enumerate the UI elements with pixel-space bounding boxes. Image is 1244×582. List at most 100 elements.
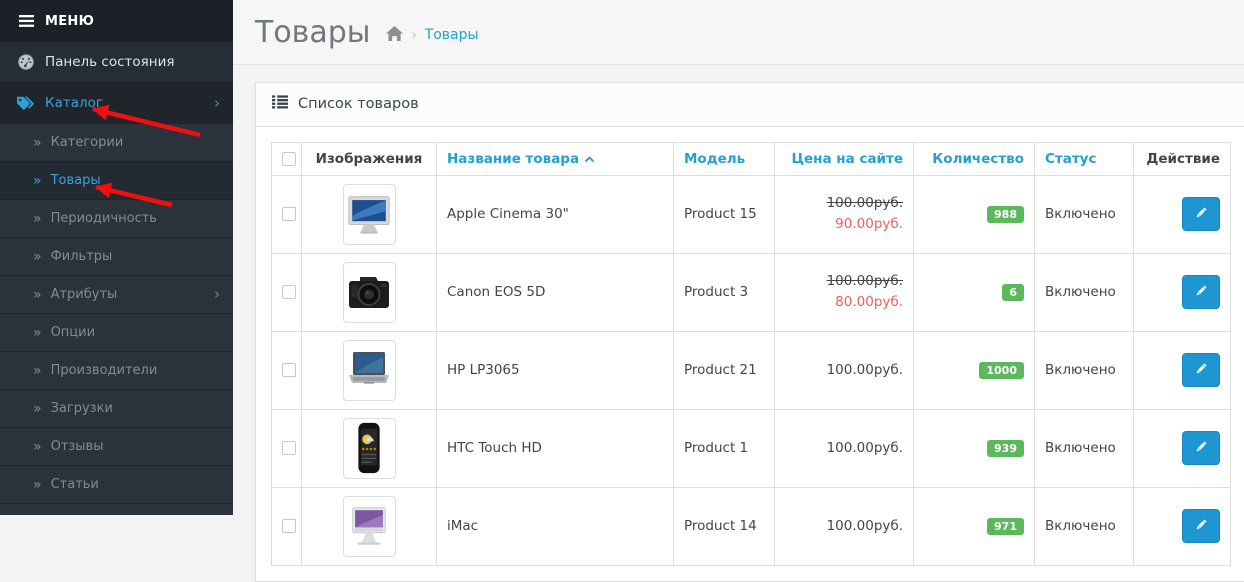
price-sale: 90.00руб. [835, 216, 903, 232]
sort-link-model[interactable]: Модель [684, 151, 745, 167]
quantity-badge: 939 [987, 439, 1024, 457]
quantity-badge: 1000 [979, 361, 1024, 379]
select-all-checkbox[interactable] [282, 151, 296, 166]
sidebar-item-dashboard[interactable]: Панель состояния [0, 42, 233, 83]
price: 100.00руб. [826, 518, 903, 534]
product-model: Product 14 [684, 518, 757, 534]
product-name: HP LP3065 [447, 362, 520, 378]
pencil-icon [1194, 362, 1208, 379]
price-old: 100.00руб. [826, 273, 903, 290]
table-row: Apple Cinema 30" Product 15 100.00руб. 90.0… [271, 174, 1231, 254]
sidebar-nav: Панель состояния Каталог › » Категории » Товар… [0, 42, 233, 504]
sidebar-item-filters[interactable]: » Фильтры [0, 238, 233, 276]
product-thumbnail-apple-cinema-30 [342, 183, 396, 245]
pencil-icon [1194, 518, 1208, 535]
edit-button[interactable] [1182, 353, 1220, 387]
sort-link-price[interactable]: Цена на сайте [791, 151, 903, 167]
sidebar-item-catalog[interactable]: Каталог › [0, 83, 233, 124]
product-model: Product 21 [684, 362, 757, 378]
column-header-image: Изображения [301, 141, 437, 176]
dashboard-icon [16, 54, 35, 70]
edit-button[interactable] [1182, 431, 1220, 465]
breadcrumb-separator: › [411, 27, 417, 43]
sidebar-menu-header[interactable]: МЕНЮ [0, 0, 233, 42]
edit-button[interactable] [1182, 197, 1220, 231]
products-table: Изображения Название товара Модель Цена на … [271, 141, 1231, 566]
sort-link-name[interactable]: Название товара [447, 151, 595, 167]
page-header: Товары › Товары [233, 0, 1244, 65]
column-header-model: Модель [673, 141, 775, 176]
sidebar-item-label: Отзывы [50, 439, 104, 454]
sidebar: МЕНЮ Панель состояния Каталог ›» Категории»… [0, 0, 233, 515]
double-angle-icon: » [33, 362, 42, 379]
sidebar-item-products[interactable]: » Товары [0, 162, 233, 200]
sidebar-item-label: Фильтры [50, 249, 113, 264]
row-checkbox[interactable] [282, 363, 296, 377]
sidebar-item-categories[interactable]: » Категории [0, 124, 233, 162]
table-row: iMac Product 14 100.00руб. 971 Включено [271, 486, 1231, 566]
breadcrumb: › Товары [386, 25, 479, 45]
sidebar-item-manufacturers[interactable]: » Производители [0, 352, 233, 390]
sidebar-menu-label: МЕНЮ [45, 13, 95, 29]
column-label: Изображения [315, 150, 423, 167]
sidebar-item-label: Панель состояния [45, 54, 175, 70]
product-name: iMac [447, 518, 479, 534]
row-checkbox[interactable] [282, 519, 296, 533]
sidebar-item-articles[interactable]: » Статьи [0, 466, 233, 504]
row-checkbox[interactable] [282, 441, 296, 455]
edit-button[interactable] [1182, 509, 1220, 543]
row-checkbox[interactable] [282, 207, 296, 221]
sort-link-status[interactable]: Статус [1045, 151, 1096, 167]
hamburger-icon [17, 15, 36, 27]
double-angle-icon: » [33, 134, 42, 151]
product-model: Product 15 [684, 206, 757, 222]
row-checkbox[interactable] [282, 285, 296, 299]
product-thumbnail-htc-touch-hd [342, 417, 396, 479]
double-angle-icon: » [33, 210, 42, 227]
price-old: 100.00руб. [826, 195, 903, 212]
status-text: Включено [1045, 440, 1116, 456]
page-title: Товары [255, 15, 371, 50]
list-icon [272, 95, 288, 113]
sidebar-item-recurring[interactable]: » Периодичность [0, 200, 233, 238]
price-sale: 80.00руб. [835, 294, 903, 310]
product-thumbnail-canon-eos-5d [342, 261, 396, 323]
sidebar-item-label: Производители [50, 363, 158, 378]
chevron-right-icon: › [214, 93, 220, 112]
sort-link-quantity[interactable]: Количество [932, 151, 1024, 167]
column-header-quantity: Количество [913, 141, 1035, 176]
quantity-badge: 6 [1002, 283, 1024, 301]
price: 100.00руб. [826, 440, 903, 456]
breadcrumb-current-link[interactable]: Товары [425, 27, 479, 43]
content: Список товаров Изображения Название товар… [233, 65, 1244, 582]
sidebar-item-label: Атрибуты [50, 287, 118, 302]
double-angle-icon: » [33, 400, 42, 417]
column-header-action: Действие [1133, 141, 1231, 176]
double-angle-icon: » [33, 476, 42, 493]
sidebar-item-attributes[interactable]: » Атрибуты › [0, 276, 233, 314]
table-header-row: Изображения Название товара Модель Цена на … [271, 141, 1231, 176]
quantity-badge: 988 [987, 205, 1024, 223]
table-row: HP LP3065 Product 21 100.00руб. 1000 Включен… [271, 330, 1231, 410]
chevron-right-icon: › [214, 285, 220, 303]
breadcrumb-home-link[interactable] [386, 25, 404, 45]
sidebar-item-label: Товары [50, 173, 101, 188]
status-text: Включено [1045, 362, 1116, 378]
panel-body: Изображения Название товара Модель Цена на … [256, 127, 1244, 581]
sort-asc-icon [584, 151, 595, 167]
sidebar-item-label: Периодичность [50, 211, 157, 226]
column-label: Действие [1146, 150, 1220, 167]
sidebar-item-label: Категории [50, 135, 124, 150]
sidebar-item-options[interactable]: » Опции [0, 314, 233, 352]
product-thumbnail-imac [342, 495, 396, 557]
product-name: Canon EOS 5D [447, 284, 546, 300]
sidebar-item-label: Загрузки [50, 401, 113, 416]
edit-button[interactable] [1182, 275, 1220, 309]
pencil-icon [1194, 206, 1208, 223]
column-header-select [271, 141, 302, 176]
sidebar-item-reviews[interactable]: » Отзывы [0, 428, 233, 466]
sidebar-item-downloads[interactable]: » Загрузки [0, 390, 233, 428]
status-text: Включено [1045, 206, 1116, 222]
quantity-badge: 971 [987, 517, 1024, 535]
column-header-name: Название товара [436, 141, 674, 176]
